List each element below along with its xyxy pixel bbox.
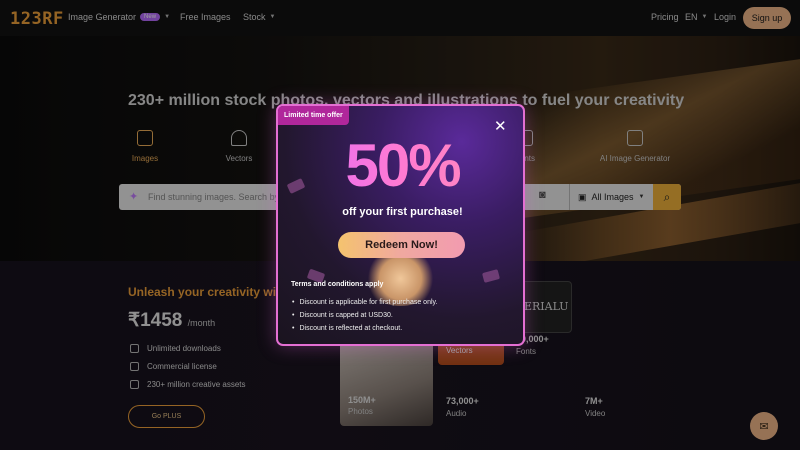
promo-modal: Limited time offer ✕ 50% off your first …: [276, 104, 525, 346]
terms-title: Terms and conditions apply: [291, 281, 384, 288]
discount-subheadline: off your first purchase!: [342, 206, 463, 218]
redeem-button[interactable]: Redeem Now!: [338, 232, 465, 258]
limited-offer-badge: Limited time offer: [278, 106, 349, 125]
discount-headline: 50%: [278, 136, 523, 196]
terms-item: Discount is applicable for first purchas…: [291, 296, 437, 309]
terms-list: Discount is applicable for first purchas…: [291, 296, 437, 335]
close-icon[interactable]: ✕: [494, 119, 507, 134]
terms-item: Discount is reflected at checkout.: [291, 322, 437, 335]
terms-item: Discount is capped at USD30.: [291, 309, 437, 322]
decor-card: [481, 269, 501, 283]
